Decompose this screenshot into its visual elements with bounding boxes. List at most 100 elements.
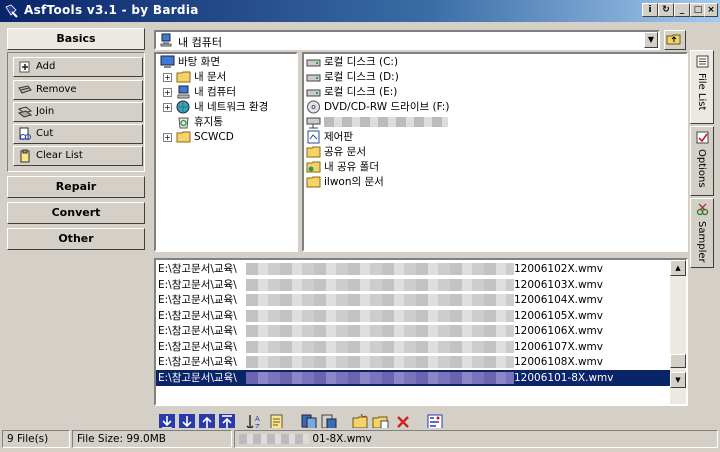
folder-icon xyxy=(306,146,321,158)
file-list-scrollbar[interactable]: ▲ ▼ xyxy=(670,260,686,404)
file-row[interactable]: E:\참고문서\교육\ 12006102X.wmv xyxy=(156,261,672,277)
tree-item-label: 내 문서 xyxy=(194,71,227,83)
cut-label: Cut xyxy=(36,128,54,139)
file-name: 12006108X.wmv xyxy=(514,356,604,368)
cut-button[interactable]: Cut xyxy=(13,124,143,144)
scroll-up-icon[interactable]: ▲ xyxy=(670,260,686,276)
clear-list-icon xyxy=(20,149,30,163)
side-tabs: File List Options Sampler xyxy=(690,50,716,270)
file-name: 12006102X.wmv xyxy=(514,263,604,275)
expand-icon[interactable]: + xyxy=(163,73,172,82)
expand-icon[interactable]: + xyxy=(163,103,172,112)
network-drive-icon xyxy=(306,117,321,129)
file-row[interactable]: E:\참고문서\교육\ 12006101-8X.wmv xyxy=(156,369,672,386)
file-row[interactable]: E:\참고문서\교육\ 12006108X.wmv xyxy=(156,354,672,370)
expand-icon[interactable]: + xyxy=(163,88,172,97)
svg-text:A: A xyxy=(255,415,260,423)
clear-list-button[interactable]: Clear List xyxy=(13,146,143,166)
scroll-thumb[interactable] xyxy=(670,354,686,368)
redacted-path xyxy=(246,356,514,368)
file-row[interactable]: E:\참고문서\교육\ 12006106X.wmv xyxy=(156,323,672,339)
redacted-path xyxy=(246,325,514,337)
join-label: Join xyxy=(36,106,55,117)
repair-group-header[interactable]: Repair xyxy=(7,176,145,198)
list-item-label: 제어판 xyxy=(324,131,353,143)
computer-icon xyxy=(177,85,190,99)
status-bar: 9 File(s) File Size: 99.0MB 01-8X.wmv xyxy=(0,428,720,452)
file-name: 12006103X.wmv xyxy=(514,278,604,291)
shared-folder-icon xyxy=(306,161,321,173)
expand-icon[interactable]: + xyxy=(163,133,172,142)
redacted-prefix xyxy=(239,434,309,444)
tab-label: File List xyxy=(696,73,707,111)
tab-label: Sampler xyxy=(696,221,707,263)
file-path-prefix: E:\참고문서\교육\ xyxy=(158,263,237,275)
window-title: AsfTools v3.1 - by Bardia xyxy=(24,3,199,17)
recycle-bin-icon xyxy=(178,117,189,129)
my-computer-icon xyxy=(160,33,172,47)
options-icon xyxy=(696,131,709,144)
status-current-file: 01-8X.wmv xyxy=(234,430,718,448)
redacted-label xyxy=(324,117,448,127)
help-icon[interactable]: i xyxy=(642,3,658,17)
close-button[interactable]: × xyxy=(704,3,718,17)
file-path-prefix: E:\참고문서\교육\ xyxy=(158,371,237,384)
desktop-icon xyxy=(160,55,175,68)
list-item-label: 로컬 디스크 (D:) xyxy=(324,71,399,83)
file-row[interactable]: E:\참고문서\교육\ 12006107X.wmv xyxy=(156,339,672,355)
status-current-file-name: 01-8X.wmv xyxy=(312,433,372,445)
settings-icon[interactable]: ↻ xyxy=(658,3,674,17)
file-path-prefix: E:\참고문서\교육\ xyxy=(158,340,237,353)
tree-item-label: 휴지통 xyxy=(194,116,223,128)
remove-button[interactable]: Remove xyxy=(13,80,143,100)
file-row[interactable]: E:\참고문서\교육\ 12006103X.wmv xyxy=(156,277,672,293)
tree-item-label: SCWCD xyxy=(194,131,234,143)
up-folder-icon xyxy=(666,34,681,45)
convert-group-header[interactable]: Convert xyxy=(7,202,145,224)
other-group-header[interactable]: Other xyxy=(7,228,145,250)
redacted-path xyxy=(246,340,514,353)
list-item-label: ilwon의 문서 xyxy=(324,176,384,188)
add-button[interactable]: Add xyxy=(13,57,143,77)
location-value: 내 컴퓨터 xyxy=(178,36,222,49)
folder-contents: 로컬 디스크 (C:) 로컬 디스크 (D:) 로컬 디스크 (E:) DVD/… xyxy=(302,52,688,252)
tree-item-label: 바탕 화면 xyxy=(178,56,220,68)
file-name: 12006105X.wmv xyxy=(514,309,604,322)
file-list-icon xyxy=(696,55,709,68)
dvd-drive-icon xyxy=(307,100,320,114)
tab-sampler[interactable]: Sampler xyxy=(690,198,714,268)
minimize-button[interactable]: _ xyxy=(674,3,690,17)
folder-tree: 바탕 화면 + 내 문서 + 내 컴퓨터 + 내 네트워크 환경 휴지통 + S… xyxy=(154,52,298,252)
join-icon xyxy=(18,106,32,118)
file-row[interactable]: E:\참고문서\교육\ 12006105X.wmv xyxy=(156,308,672,324)
list-item-label: DVD/CD-RW 드라이브 (F:) xyxy=(324,101,450,113)
status-file-count: 9 File(s) xyxy=(2,430,70,448)
scroll-down-icon[interactable]: ▼ xyxy=(670,372,686,388)
list-item-label: 로컬 디스크 (C:) xyxy=(324,56,399,68)
chevron-down-icon[interactable]: ▼ xyxy=(644,32,658,48)
redacted-path xyxy=(246,294,514,306)
list-item-label: 로컬 디스크 (E:) xyxy=(324,86,398,98)
tab-options[interactable]: Options xyxy=(690,126,714,196)
file-name: 12006104X.wmv xyxy=(514,294,604,306)
file-path-prefix: E:\참고문서\교육\ xyxy=(158,356,237,368)
redacted-path xyxy=(246,263,514,275)
add-label: Add xyxy=(36,61,56,72)
clear-list-label: Clear List xyxy=(36,150,83,161)
status-file-size: File Size: 99.0MB xyxy=(72,430,232,448)
redacted-path xyxy=(246,278,514,291)
file-path-prefix: E:\참고문서\교육\ xyxy=(158,325,237,337)
list-item-label: 공유 문서 xyxy=(324,146,366,158)
file-row[interactable]: E:\참고문서\교육\ 12006104X.wmv xyxy=(156,292,672,308)
tab-file-list[interactable]: File List xyxy=(690,50,714,124)
remove-icon xyxy=(18,85,32,94)
folder-icon xyxy=(176,131,191,143)
location-combo[interactable]: 내 컴퓨터 ▼ xyxy=(154,30,660,50)
sampler-icon xyxy=(696,203,709,216)
basics-group-header[interactable]: Basics xyxy=(7,28,145,50)
drive-icon xyxy=(306,74,321,82)
tab-label: Options xyxy=(696,149,707,188)
left-panel: Basics Add Remove Join Cut Clear List Re… xyxy=(4,26,148,426)
up-folder-button[interactable] xyxy=(664,30,686,50)
join-button[interactable]: Join xyxy=(13,102,143,122)
